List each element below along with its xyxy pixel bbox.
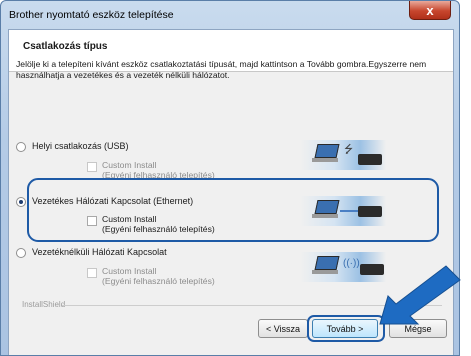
printer-icon [358,154,382,165]
radio-ethernet[interactable] [16,197,26,207]
custom-install-text: Custom Install [102,214,157,224]
custom-install-label-wireless: Custom Install (Egyéni felhasználó telep… [102,266,215,286]
custom-install-subtext: (Egyéni felhasználó telepítés) [102,276,215,286]
laptop-icon [314,200,340,214]
laptop-base [312,270,338,274]
page-title: Csatlakozás típus [23,41,108,52]
close-button[interactable]: x [409,1,451,20]
laptop-icon [314,144,340,158]
laptop-base [312,214,338,218]
back-button[interactable]: < Vissza [258,319,308,338]
custom-install-checkbox-wireless[interactable] [87,268,97,278]
usb-connection-icon: ⭍ [300,140,386,170]
cable-icon [340,210,360,212]
installshield-label: InstallShield [22,300,66,309]
option-ethernet-label: Vezetékes Hálózati Kapcsolat (Ethernet) [32,196,194,206]
custom-install-checkbox-ethernet[interactable] [87,216,97,226]
custom-install-text: Custom Install [102,266,157,276]
radio-usb[interactable] [16,142,26,152]
pointer-arrow-icon [379,265,461,325]
printer-icon [358,206,382,217]
laptop-base [312,158,338,162]
wifi-icon: ((·)) [343,258,360,269]
custom-install-checkbox-usb[interactable] [87,162,97,172]
custom-install-subtext: (Egyéni felhasználó telepítés) [102,224,215,234]
window-title: Brother nyomtató eszköz telepítése [9,9,174,21]
title-bar[interactable]: Brother nyomtató eszköz telepítése x [1,1,459,28]
custom-install-label-ethernet: Custom Install (Egyéni felhasználó telep… [102,214,215,234]
instructions-text: Jelölje ki a telepíteni kívánt eszköz cs… [16,59,427,80]
laptop-icon [314,256,340,270]
next-button[interactable]: Tovább > [312,319,378,338]
close-icon: x [426,2,434,18]
ethernet-connection-icon [300,196,386,226]
usb-icon: ⭍ [344,144,354,156]
option-usb-label: Helyi csatlakozás (USB) [32,141,129,151]
custom-install-label-usb: Custom Install (Egyéni felhasználó telep… [102,160,215,180]
custom-install-text: Custom Install [102,160,157,170]
radio-wireless[interactable] [16,248,26,258]
option-wireless-label: Vezetéknélküli Hálózati Kapcsolat [32,247,167,257]
